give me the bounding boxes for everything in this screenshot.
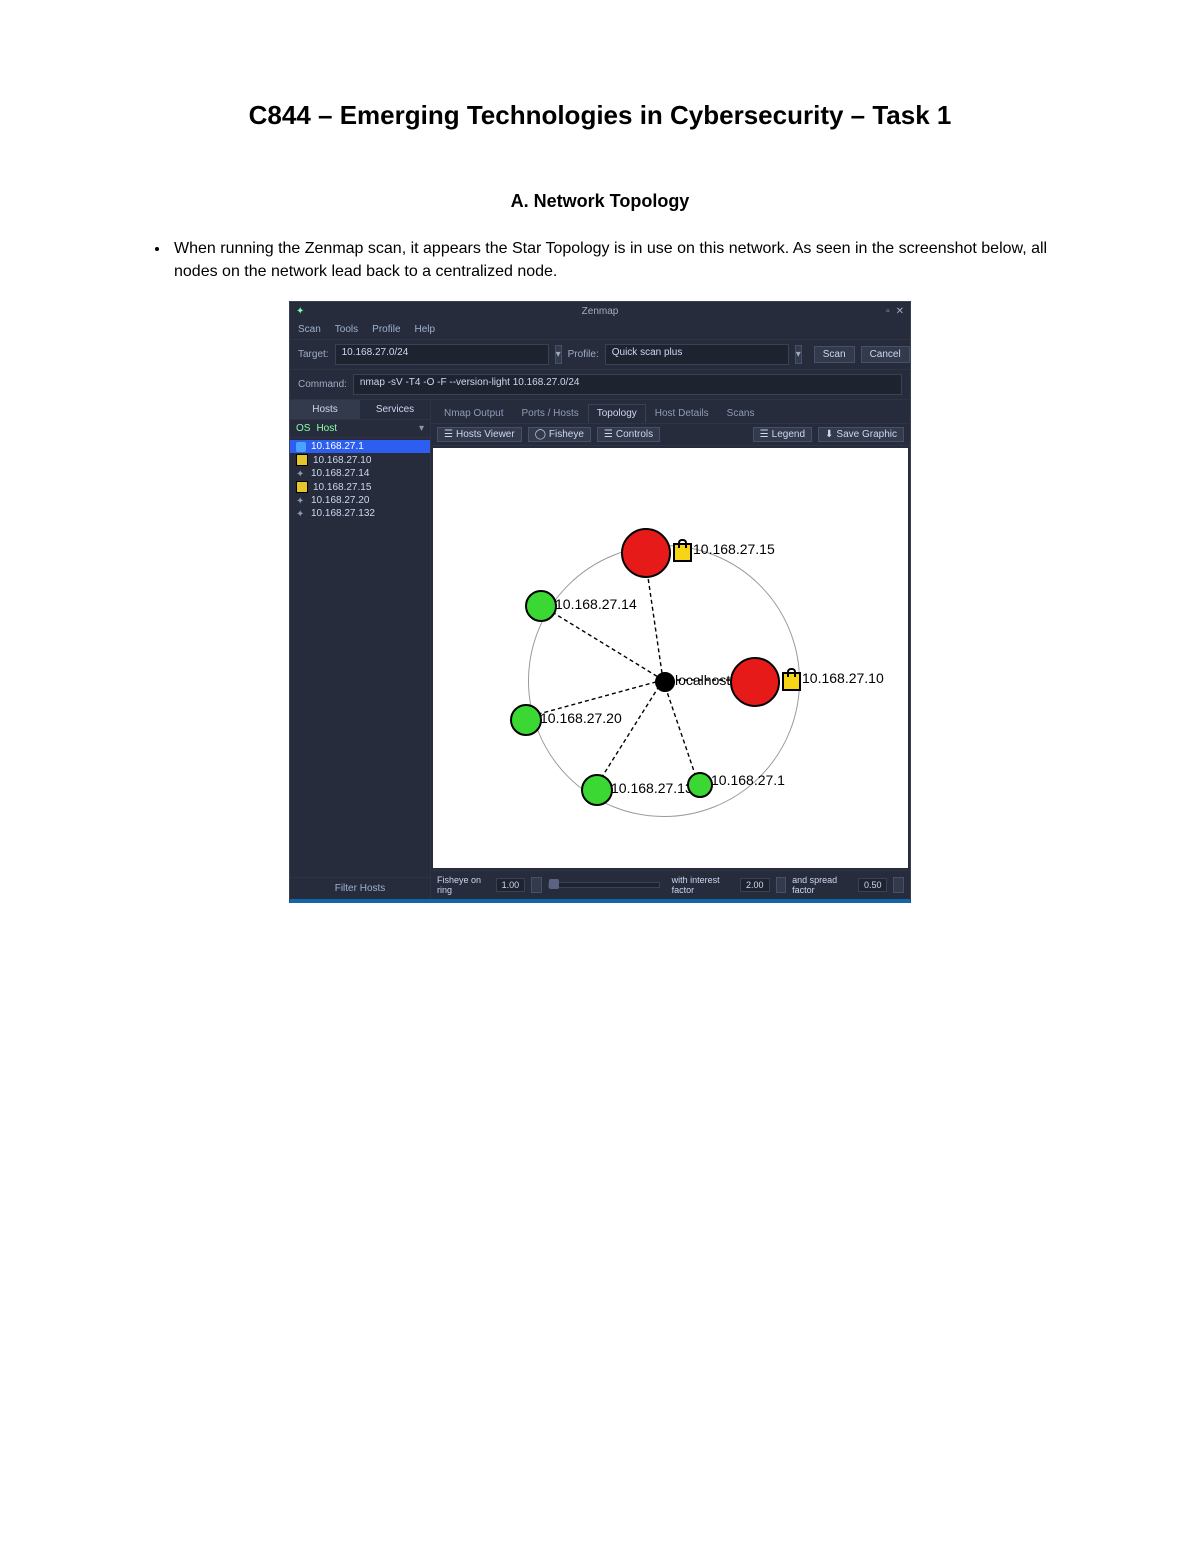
- label-10-168-27-14: 10.168.27.14: [555, 596, 637, 612]
- section-heading: A. Network Topology: [150, 191, 1050, 212]
- zenmap-window: ✦ Zenmap ▫ ✕ Scan Tools Profile Help Tar…: [289, 301, 911, 903]
- interest-factor-stepper[interactable]: [776, 877, 787, 893]
- host-ip: 10.168.27.14: [311, 468, 369, 479]
- os-icon: [296, 454, 308, 466]
- target-row: Target: 10.168.27.0/24 ▾ Profile: Quick …: [290, 339, 910, 369]
- label-10-168-27-10: 10.168.27.10: [802, 670, 884, 686]
- command-label: Command:: [298, 379, 347, 390]
- fisheye-icon: ◯: [535, 429, 546, 440]
- os-icon: [296, 481, 308, 493]
- spread-factor-stepper[interactable]: [893, 877, 904, 893]
- save-graphic-button[interactable]: ⬇Save Graphic: [818, 427, 904, 442]
- host-row[interactable]: 10.168.27.10: [290, 453, 430, 467]
- col-host: Host: [316, 423, 337, 434]
- host-row[interactable]: ✦ 10.168.27.20: [290, 494, 430, 507]
- host-ip: 10.168.27.20: [311, 495, 369, 506]
- tab-topology[interactable]: Topology: [588, 404, 646, 423]
- document-title: C844 – Emerging Technologies in Cybersec…: [150, 100, 1050, 131]
- host-row[interactable]: ✦ 10.168.27.14: [290, 467, 430, 480]
- hosts-viewer-button[interactable]: ☰Hosts Viewer: [437, 427, 522, 442]
- label-10-168-27-1: 10.168.27.1: [711, 772, 785, 788]
- lock-icon: [782, 672, 801, 691]
- menu-profile[interactable]: Profile: [372, 324, 400, 335]
- filter-hosts-button[interactable]: Filter Hosts: [290, 877, 430, 899]
- label-10-168-27-15: 10.168.27.15: [693, 541, 775, 557]
- label-localhost: localhost: [675, 672, 730, 688]
- host-list-header: OS Host ▾: [290, 420, 430, 438]
- tab-hosts[interactable]: Hosts: [290, 400, 360, 419]
- os-icon: [296, 442, 306, 452]
- list-icon: ☰: [444, 429, 453, 440]
- target-input[interactable]: 10.168.27.0/24: [335, 344, 549, 365]
- app-icon: ✦: [296, 306, 304, 317]
- window-title: Zenmap: [582, 306, 619, 317]
- menu-scan[interactable]: Scan: [298, 324, 321, 335]
- scan-button[interactable]: Scan: [814, 346, 855, 363]
- save-icon: ⬇: [825, 429, 833, 440]
- command-row: Command: nmap -sV -T4 -O -F --version-li…: [290, 369, 910, 399]
- spread-factor-value[interactable]: 0.50: [858, 878, 888, 892]
- menu-help[interactable]: Help: [415, 324, 436, 335]
- fisheye-ring-stepper[interactable]: [531, 877, 542, 893]
- command-input[interactable]: nmap -sV -T4 -O -F --version-light 10.16…: [353, 374, 902, 395]
- host-row[interactable]: 10.168.27.15: [290, 480, 430, 494]
- lock-icon: [673, 543, 692, 562]
- tab-ports-hosts[interactable]: Ports / Hosts: [512, 404, 587, 423]
- os-icon: ✦: [296, 509, 306, 519]
- interest-factor-label: with interest factor: [672, 875, 734, 895]
- topology-toolbar: ☰Hosts Viewer ◯Fisheye ☰Controls ☰Legend…: [431, 423, 910, 446]
- sort-icon[interactable]: ▾: [419, 423, 424, 434]
- menubar: Scan Tools Profile Help: [290, 320, 910, 339]
- menu-tools[interactable]: Tools: [335, 324, 358, 335]
- topology-canvas[interactable]: localhost 10.168.27.15 10.168.27.14 10.1…: [433, 448, 908, 868]
- host-ip: 10.168.27.15: [313, 482, 371, 493]
- host-ip: 10.168.27.10: [313, 455, 371, 466]
- host-list: 10.168.27.1 10.168.27.10 ✦ 10.168.27.14 10.1…: [290, 438, 430, 877]
- host-row[interactable]: ✦ 10.168.27.132: [290, 507, 430, 520]
- topology-bottombar: Fisheye on ring 1.00 with interest facto…: [431, 870, 910, 899]
- bullet-item: When running the Zenmap scan, it appears…: [170, 237, 1050, 283]
- target-label: Target:: [298, 349, 329, 360]
- profile-dropdown-icon[interactable]: ▾: [795, 345, 802, 364]
- sidebar: Hosts Services OS Host ▾ 10.168.27.1 10.1…: [290, 400, 431, 899]
- fisheye-button[interactable]: ◯Fisheye: [528, 427, 591, 442]
- titlebar: ✦ Zenmap ▫ ✕: [290, 302, 910, 320]
- main-panel: Nmap Output Ports / Hosts Topology Host …: [431, 400, 910, 899]
- os-icon: ✦: [296, 496, 306, 506]
- os-icon: ✦: [296, 469, 306, 479]
- host-row[interactable]: 10.168.27.1: [290, 440, 430, 453]
- controls-button[interactable]: ☰Controls: [597, 427, 660, 442]
- host-ip: 10.168.27.132: [311, 508, 375, 519]
- tab-host-details[interactable]: Host Details: [646, 404, 718, 423]
- tab-nmap-output[interactable]: Nmap Output: [435, 404, 512, 423]
- spread-factor-label: and spread factor: [792, 875, 852, 895]
- col-os: OS: [296, 423, 310, 434]
- minimize-icon[interactable]: ▫: [886, 306, 890, 317]
- cancel-button[interactable]: Cancel: [861, 346, 910, 363]
- controls-icon: ☰: [604, 429, 613, 440]
- fisheye-ring-label: Fisheye on ring: [437, 875, 490, 895]
- fisheye-ring-value[interactable]: 1.00: [496, 878, 526, 892]
- legend-button[interactable]: ☰Legend: [753, 427, 812, 442]
- label-10-168-27-20: 10.168.27.20: [540, 710, 622, 726]
- main-tabs: Nmap Output Ports / Hosts Topology Host …: [431, 400, 910, 423]
- legend-icon: ☰: [760, 429, 769, 440]
- tab-services[interactable]: Services: [360, 400, 430, 419]
- host-ip: 10.168.27.1: [311, 441, 364, 452]
- profile-label: Profile:: [568, 349, 599, 360]
- fisheye-slider[interactable]: [548, 882, 660, 888]
- interest-factor-value[interactable]: 2.00: [740, 878, 770, 892]
- bullet-list: When running the Zenmap scan, it appears…: [170, 237, 1050, 283]
- target-dropdown-icon[interactable]: ▾: [555, 345, 562, 364]
- tab-scans[interactable]: Scans: [718, 404, 764, 423]
- close-icon[interactable]: ✕: [896, 306, 904, 317]
- profile-input[interactable]: Quick scan plus: [605, 344, 789, 365]
